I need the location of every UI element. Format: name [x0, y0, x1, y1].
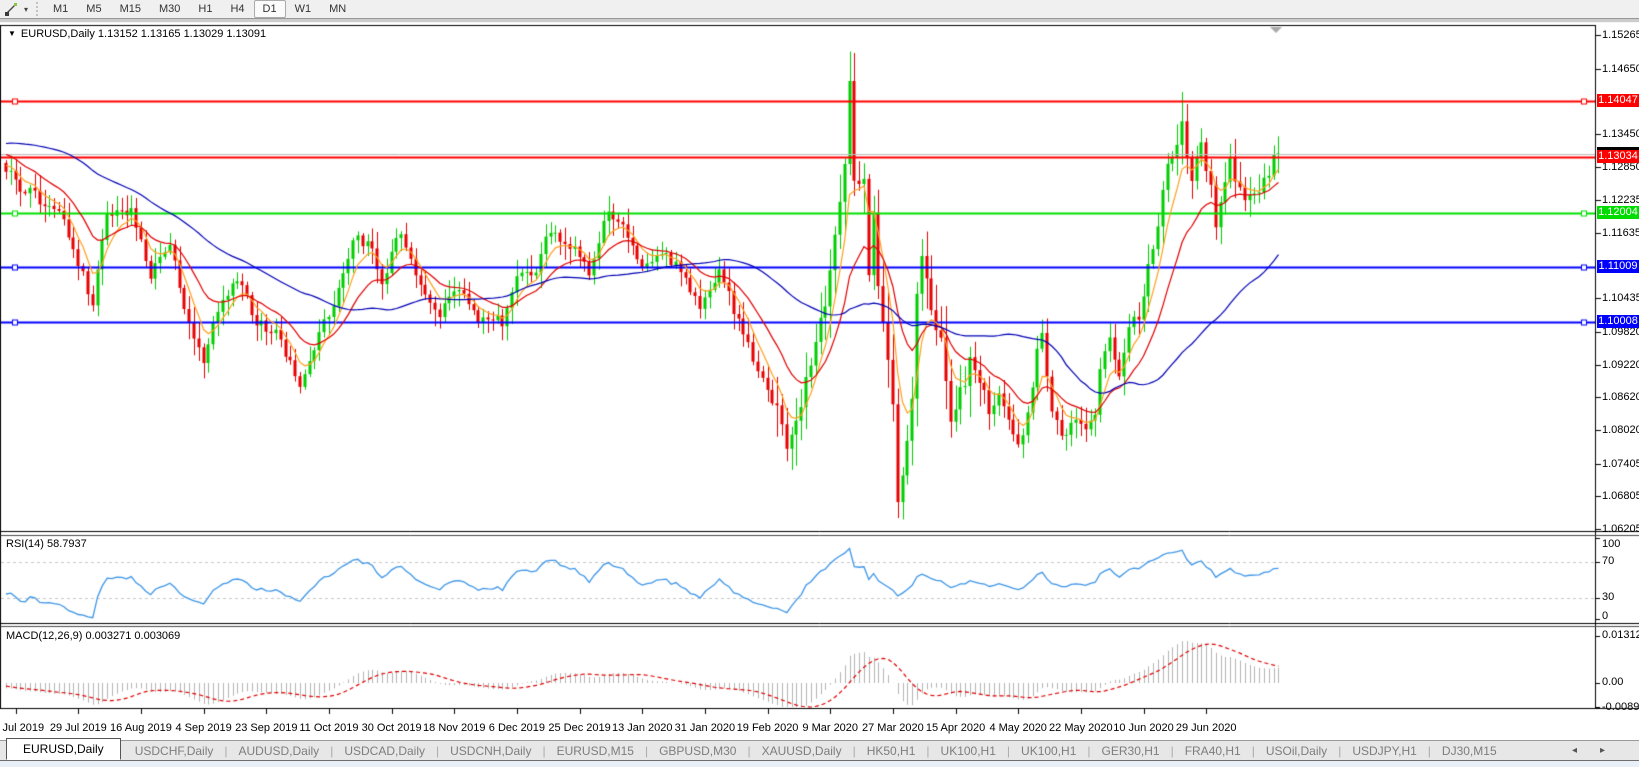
price-tick-label: 1.15265 — [1602, 29, 1639, 41]
timeframe-button-m1[interactable]: M1 — [44, 0, 77, 18]
timeframe-button-m30[interactable]: M30 — [150, 0, 189, 18]
chart-tab-ger30-h1[interactable]: GER30,H1 — [1092, 742, 1170, 760]
price-line-badge: 1.13034 — [1597, 149, 1639, 163]
chart-tab-hk50-h1[interactable]: HK50,H1 — [857, 742, 926, 760]
timeframe-button-w1[interactable]: W1 — [286, 0, 321, 18]
macd-indicator-label: MACD(12,26,9) 0.003271 0.003069 — [6, 630, 181, 642]
chart-tab-usoil-daily[interactable]: USOil,Daily — [1256, 742, 1337, 760]
macd-level-label: -0.008933 — [1602, 701, 1639, 713]
date-tick-label: 23 Sep 2019 — [235, 722, 298, 734]
date-tick-label: 22 May 2020 — [1049, 722, 1113, 734]
top-toolbar: ▾ M1 M5 M15 M30 H1 H4 D1 W1 MN — [0, 0, 1639, 18]
date-tick-label: 25 Dec 2019 — [548, 722, 611, 734]
rsi-level-label: 70 — [1602, 554, 1615, 567]
chart-tab-uk100-h1[interactable]: UK100,H1 — [931, 742, 1006, 760]
rsi-indicator-label: RSI(14) 58.7937 — [6, 538, 87, 550]
window-divider-band — [0, 18, 1639, 23]
timeframe-button-m15[interactable]: M15 — [111, 0, 150, 18]
chart-tab-fra40-h1[interactable]: FRA40,H1 — [1175, 742, 1251, 760]
price-line-badge: 1.12004 — [1597, 205, 1639, 219]
tab-scroll-left-icon[interactable]: ◂ — [1572, 745, 1577, 757]
price-tick-label: 1.11635 — [1602, 226, 1639, 239]
price-tick-label: 1.06205 — [1602, 523, 1639, 536]
date-tick-label: 4 May 2020 — [989, 722, 1047, 734]
date-tick-label: 18 Nov 2019 — [423, 722, 486, 734]
date-tick-label: 4 Sep 2019 — [175, 722, 232, 734]
chart-tab-usdchf-daily[interactable]: USDCHF,Daily — [125, 742, 224, 760]
line-tools-button[interactable]: ▾ — [0, 2, 32, 16]
date-tick-label: 15 Apr 2020 — [925, 722, 986, 734]
date-tick-label: 31 Jan 2020 — [674, 722, 736, 734]
price-tick-label: 1.13450 — [1602, 127, 1639, 140]
price-line-badge: 1.11009 — [1597, 260, 1639, 274]
rsi-level-label: 100 — [1602, 538, 1621, 550]
date-tick-label: 11 Oct 2019 — [299, 722, 359, 734]
price-tick-label: 1.08020 — [1602, 424, 1639, 437]
date-tick-label: 9 Mar 2020 — [802, 722, 859, 734]
price-tick-label: 1.06805 — [1602, 490, 1639, 503]
price-tick-label: 1.09820 — [1602, 325, 1639, 338]
price-tick-label: 1.07405 — [1602, 457, 1639, 470]
chart-ohlc-text: EURUSD,Daily 1.13152 1.13165 1.13029 1.1… — [20, 28, 267, 40]
date-tick-label: 29 Jul 2019 — [49, 722, 107, 734]
chart-tab-uk100-h1[interactable]: UK100,H1 — [1011, 742, 1086, 760]
price-tick-label: 1.08620 — [1602, 391, 1639, 404]
chart-tab-xauusd-daily[interactable]: XAUUSD,Daily — [752, 742, 852, 760]
chart-tab-dj30-m15[interactable]: DJ30,M15 — [1432, 742, 1507, 760]
collapse-chart-icon[interactable]: ▼ — [8, 29, 16, 38]
rsi-level-label: 30 — [1602, 590, 1615, 603]
macd-level-label: 0.013121 — [1602, 629, 1639, 641]
date-tick-label: 16 Aug 2019 — [110, 722, 172, 734]
date-tick-label: 29 Jun 2020 — [1175, 722, 1237, 734]
status-strip — [0, 761, 1639, 767]
line-tools-dropdown-icon[interactable]: ▾ — [24, 5, 28, 14]
macd-level-label: 0.00 — [1602, 676, 1624, 688]
date-tick-label: 10 Jun 2020 — [1113, 722, 1174, 734]
timeframe-button-group: M1 M5 M15 M30 H1 H4 D1 W1 MN — [44, 0, 355, 18]
chart-tab-usdcnh-daily[interactable]: USDCNH,Daily — [440, 742, 541, 760]
date-tick-label: 30 Oct 2019 — [361, 722, 422, 734]
price-tick-label: 1.10435 — [1602, 292, 1639, 305]
price-tick-label: 1.09220 — [1602, 358, 1639, 371]
chart-tab-usdjpy-h1[interactable]: USDJPY,H1 — [1342, 742, 1426, 760]
chart-tab-audusd-daily[interactable]: AUDUSD,Daily — [229, 742, 330, 760]
timeframe-button-h4[interactable]: H4 — [221, 0, 253, 18]
price-line-badge: 1.14047 — [1597, 94, 1639, 108]
chart-tab-eurusd-daily[interactable]: EURUSD,Daily — [6, 738, 121, 760]
timeframe-button-mn[interactable]: MN — [320, 0, 355, 18]
trading-terminal-window: { "toolbar": { "line_tool_icon": "line-s… — [0, 0, 1639, 767]
rsi-level-label: 0 — [1602, 610, 1609, 622]
price-tick-label: 1.12235 — [1602, 194, 1639, 207]
timeframe-button-h1[interactable]: H1 — [189, 0, 221, 18]
timeframe-button-d1[interactable]: D1 — [253, 0, 286, 18]
chart-ohlc-header: ▼ EURUSD,Daily 1.13152 1.13165 1.13029 1.… — [8, 28, 266, 40]
date-tick-label: 6 Dec 2019 — [488, 722, 546, 734]
date-tick-label: 13 Jan 2020 — [611, 722, 673, 734]
chart-tab-bar: ◂ ▸ EURUSD,Daily USDCHF,Daily | AUDUSD,Dail… — [0, 738, 1639, 761]
date-tick-label: 10 Jul 2019 — [0, 722, 45, 734]
price-tick-label: 1.14650 — [1602, 62, 1639, 75]
timeframe-button-m5[interactable]: M5 — [77, 0, 110, 18]
date-tick-label: 27 Mar 2020 — [861, 722, 924, 734]
chart-tab-usdcad-daily[interactable]: USDCAD,Daily — [334, 742, 435, 760]
price-line-badge: 1.10008 — [1597, 314, 1639, 328]
date-tick-label: 19 Feb 2020 — [736, 722, 799, 734]
chart-tab-gbpusd-m30[interactable]: GBPUSD,M30 — [649, 742, 746, 760]
line-studies-icon — [5, 3, 17, 16]
toolbar-grip — [36, 2, 39, 16]
tab-scroll-right-icon[interactable]: ▸ — [1600, 745, 1605, 757]
chart-canvas[interactable] — [0, 0, 1639, 767]
chart-tab-eurusd-m15[interactable]: EURUSD,M15 — [547, 742, 644, 760]
